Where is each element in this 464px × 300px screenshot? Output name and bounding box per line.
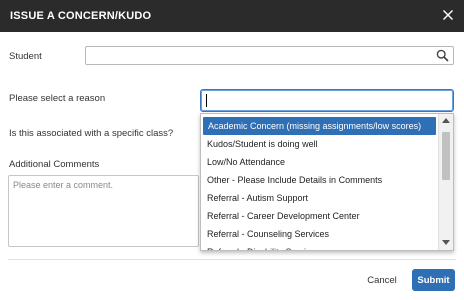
dropdown-option[interactable]: Low/No Attendance	[201, 153, 438, 171]
dropdown-option[interactable]: Referral - Disability Services	[201, 243, 438, 250]
dropdown-option[interactable]: Referral - Counseling Services	[201, 225, 438, 243]
dropdown-options: Academic Concern (missing assignments/lo…	[201, 114, 438, 250]
dropdown-option[interactable]: Kudos/Student is doing well	[201, 135, 438, 153]
search-icon[interactable]	[436, 49, 449, 62]
close-icon[interactable]	[440, 7, 456, 23]
scroll-down-arrow-icon[interactable]	[442, 240, 450, 245]
student-label: Student	[9, 51, 42, 62]
reason-dropdown-list[interactable]: Academic Concern (missing assignments/lo…	[200, 113, 454, 251]
comments-textarea[interactable]: Please enter a comment.	[8, 175, 199, 247]
scroll-up-arrow-icon[interactable]	[442, 118, 450, 123]
submit-button[interactable]: Submit	[412, 269, 455, 291]
class-label: Is this associated with a specific class…	[9, 128, 174, 139]
dropdown-option[interactable]: Other - Please Include Details in Commen…	[201, 171, 438, 189]
cancel-button[interactable]: Cancel	[362, 270, 402, 290]
dropdown-scrollbar[interactable]	[438, 114, 453, 250]
reason-select-input[interactable]	[200, 89, 454, 112]
comments-label: Additional Comments	[9, 159, 100, 170]
scroll-thumb[interactable]	[442, 132, 450, 180]
dropdown-option[interactable]: Academic Concern (missing assignments/lo…	[203, 117, 436, 135]
text-caret	[206, 94, 207, 107]
dialog-title: ISSUE A CONCERN/KUDO	[10, 10, 152, 22]
footer-divider	[8, 259, 456, 260]
reason-label: Please select a reason	[9, 93, 106, 104]
dropdown-option[interactable]: Referral - Autism Support	[201, 189, 438, 207]
comments-placeholder: Please enter a comment.	[13, 180, 114, 190]
dialog-titlebar: ISSUE A CONCERN/KUDO	[0, 0, 464, 32]
dropdown-option[interactable]: Referral - Career Development Center	[201, 207, 438, 225]
student-search-input[interactable]	[85, 46, 454, 65]
